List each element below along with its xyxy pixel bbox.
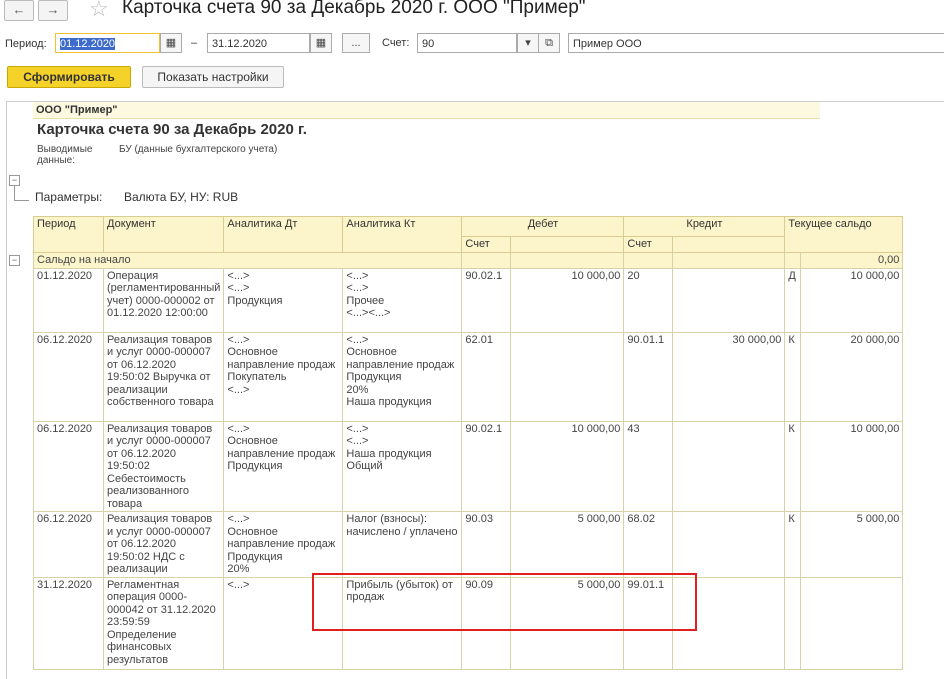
report-organization: ООО "Пример": [33, 102, 820, 119]
row-credit-sum: 30 000,00: [672, 331, 786, 422]
generate-button[interactable]: Сформировать: [7, 66, 131, 88]
calendar-from-button[interactable]: ▦: [160, 33, 182, 53]
params-label: Параметры:: [35, 190, 103, 204]
row-credit-sum: [672, 420, 786, 512]
arrow-left-icon: ←: [12, 2, 26, 17]
row-debit-sum: 10 000,00: [510, 267, 625, 333]
row-debit-account: 90.02.1: [461, 420, 512, 512]
row-period: 01.12.2020: [33, 267, 104, 333]
row-document[interactable]: Регламентная операция 0000-000042 от 31.…: [102, 576, 225, 670]
calendar-to-button[interactable]: ▦: [310, 33, 332, 53]
row-balance-sum: 5 000,00: [800, 511, 904, 578]
row-debit-sum: 10 000,00: [510, 420, 625, 512]
row-balance-sum: [800, 576, 904, 670]
opening-balance-row[interactable]: Сальдо на начало 0,00: [32, 252, 904, 269]
report-title: Карточка счета 90 за Декабрь 2020 г.: [37, 121, 307, 138]
chevron-down-icon: ▾: [525, 37, 531, 49]
opening-balance-label: Сальдо на начало: [32, 252, 463, 269]
row-credit-account: 43: [623, 420, 674, 512]
row-debit-account: 90.02.1: [461, 267, 512, 333]
row-credit-sum: [672, 511, 786, 578]
period-label: Период:: [5, 38, 47, 50]
collapse-params-icon[interactable]: −: [9, 175, 20, 186]
row-debit-account: 62.01: [461, 331, 512, 422]
row-document[interactable]: Реализация товаров и услуг 0000-000007 о…: [102, 420, 225, 512]
params-value: Валюта БУ, НУ: RUB: [124, 190, 239, 204]
row-document[interactable]: Реализация товаров и услуг 0000-000007 о…: [102, 331, 225, 422]
row-balance-sum: 20 000,00: [800, 331, 904, 422]
row-credit-sum: [672, 267, 786, 333]
star-icon[interactable]: ☆: [89, 0, 109, 22]
account-input[interactable]: 90: [417, 33, 517, 53]
row-debit-sum: 5 000,00: [510, 511, 625, 578]
date-from-input[interactable]: 01.12.2020: [55, 33, 160, 53]
header-credit-account: Счет: [623, 236, 674, 253]
organization-input[interactable]: Пример ООО: [568, 33, 944, 53]
row-analytics-dt: <...> Основное направление продаж Продук…: [223, 511, 344, 578]
table-row[interactable]: 06.12.2020 Реализация товаров и услуг 00…: [33, 331, 904, 422]
row-analytics-kt: <...> <...> Прочее <...><...>: [342, 267, 463, 333]
output-value: БУ (данные бухгалтерского учета): [119, 144, 278, 155]
output-label: Выводимые данные:: [37, 144, 93, 166]
header-period: Период: [33, 216, 104, 253]
row-balance-side: К: [784, 511, 802, 578]
header-analytics-kt: Аналитика Кт: [342, 216, 463, 253]
row-balance-side: [784, 576, 802, 670]
row-analytics-dt: <...> Основное направление продаж Покупа…: [223, 331, 344, 422]
date-to-input[interactable]: 31.12.2020: [207, 33, 310, 53]
row-credit-account: 90.01.1: [623, 331, 674, 422]
date-dash: –: [191, 37, 198, 49]
show-settings-button[interactable]: Показать настройки: [142, 66, 284, 88]
account-dropdown-button[interactable]: ▾: [517, 33, 539, 53]
window-title: Карточка счета 90 за Декабрь 2020 г. ООО…: [122, 0, 586, 18]
header-analytics-dt: Аналитика Дт: [223, 216, 344, 253]
row-balance-side: К: [784, 331, 802, 422]
header-document: Документ: [102, 216, 225, 253]
calendar-icon: ▦: [315, 37, 327, 49]
open-icon: ⧉: [545, 37, 553, 49]
highlight-box: [312, 573, 697, 631]
row-credit-account: 68.02: [623, 511, 674, 578]
opening-balance-value: 0,00: [800, 252, 904, 269]
row-analytics-kt: <...> Основное направление продаж Продук…: [342, 331, 463, 422]
account-label: Счет:: [382, 37, 410, 49]
table-row[interactable]: 01.12.2020 Операция (регламентированный …: [33, 267, 904, 333]
row-document[interactable]: Реализация товаров и услуг 0000-000007 о…: [102, 511, 225, 578]
row-period: 06.12.2020: [33, 511, 104, 578]
row-balance-side: Д: [784, 267, 802, 333]
row-analytics-dt: <...> <...> Продукция: [223, 267, 344, 333]
calendar-icon: ▦: [165, 37, 177, 49]
header-debit: Дебет: [461, 216, 625, 237]
row-analytics-dt: <...> Основное направление продаж Продук…: [223, 420, 344, 512]
header-debit-account: Счет: [461, 236, 512, 253]
table-row[interactable]: 06.12.2020 Реализация товаров и услуг 00…: [33, 420, 904, 512]
row-debit-sum: [510, 331, 625, 422]
row-period: 06.12.2020: [33, 420, 104, 512]
arrow-right-icon: →: [46, 2, 60, 17]
row-balance-sum: 10 000,00: [800, 420, 904, 512]
row-credit-account: 20: [623, 267, 674, 333]
collapse-rows-icon[interactable]: −: [9, 255, 20, 266]
row-analytics-kt: <...> <...> Наша продукция Общий: [342, 420, 463, 512]
account-open-button[interactable]: ⧉: [538, 33, 560, 53]
back-button[interactable]: ←: [4, 0, 34, 21]
row-document[interactable]: Операция (регламентированный учет) 0000-…: [102, 267, 225, 333]
header-balance: Текущее сальдо: [784, 216, 904, 253]
period-select-button[interactable]: ...: [342, 33, 370, 53]
table-row[interactable]: 06.12.2020 Реализация товаров и услуг 00…: [33, 511, 904, 578]
row-period: 06.12.2020: [33, 331, 104, 422]
row-debit-account: 90.03: [461, 511, 512, 578]
row-balance-side: К: [784, 420, 802, 512]
row-analytics-kt: Налог (взносы): начислено / уплачено: [342, 511, 463, 578]
forward-button[interactable]: →: [38, 0, 68, 21]
row-balance-sum: 10 000,00: [800, 267, 904, 333]
row-period: 31.12.2020: [33, 576, 104, 670]
tree-line: [14, 186, 29, 201]
header-credit: Кредит: [623, 216, 786, 237]
